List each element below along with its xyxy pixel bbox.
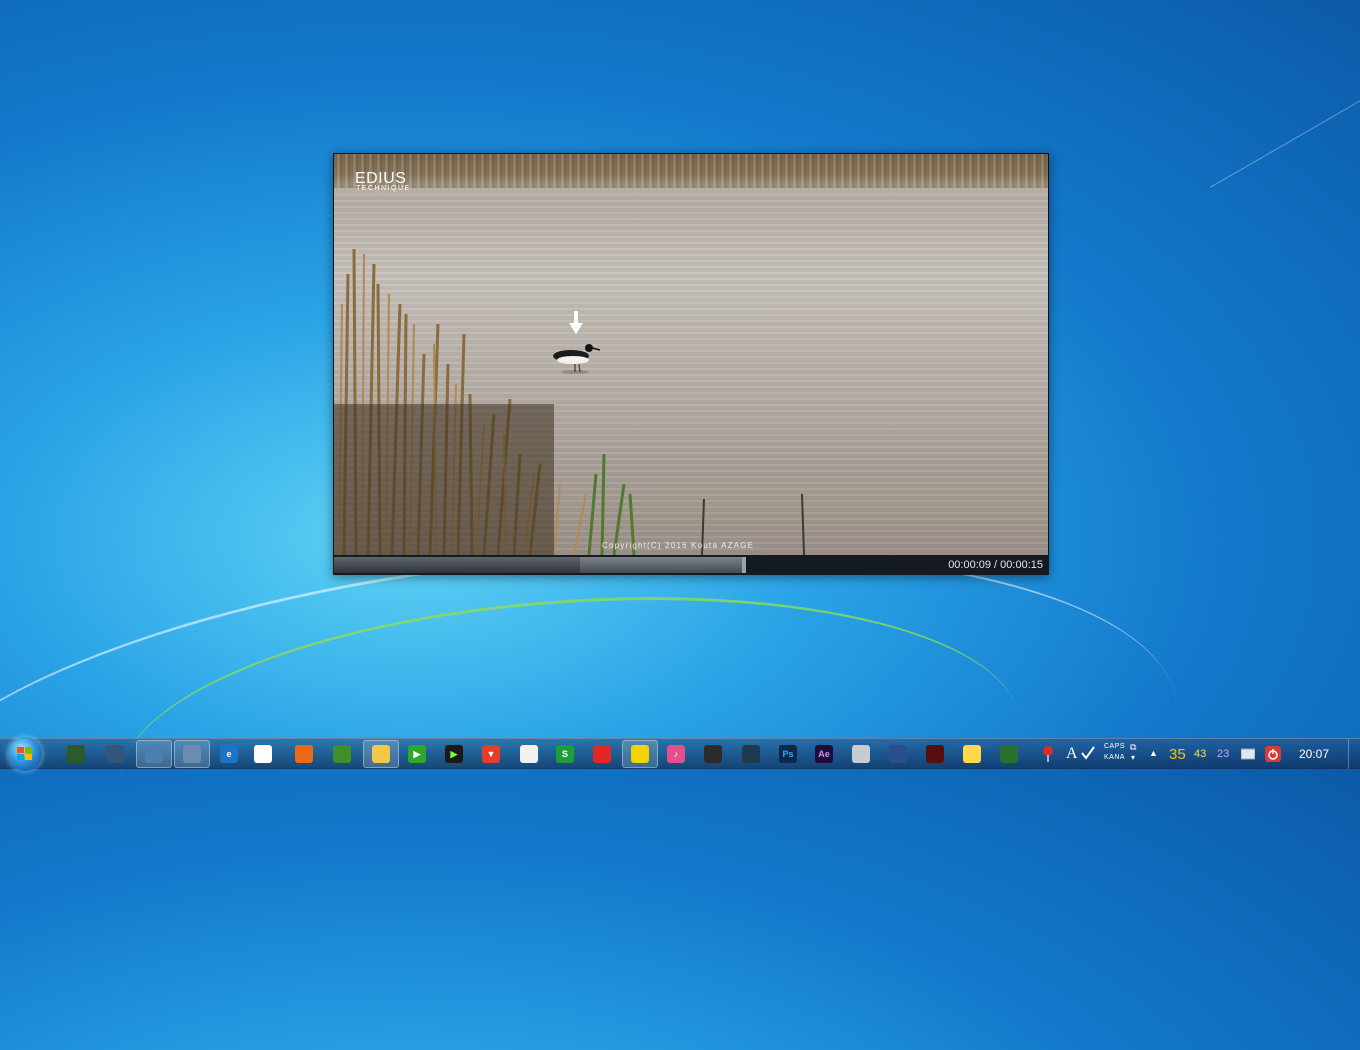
app-icon-1[interactable] (64, 742, 88, 766)
file-explorer-icon[interactable] (363, 740, 399, 768)
kana-indicator: KANA (1104, 754, 1126, 761)
file-explorer-icon-glyph (372, 745, 390, 763)
spreadsheet-icon-glyph: S (556, 745, 574, 763)
camera-app-icon[interactable] (701, 742, 725, 766)
network-icon[interactable] (1241, 748, 1255, 760)
ime-options-icon[interactable]: ⧉ (1130, 742, 1137, 753)
taskbar: e ▶ ▶ ▼ S ♪ Ps Ae A CAPS KANA ⧉ ▾ ▲ 35 43 23 20… (0, 737, 1360, 771)
red-pin-icon[interactable] (1040, 745, 1056, 763)
internet-explorer-icon-glyph: e (220, 745, 238, 763)
seek-bar[interactable] (334, 557, 744, 573)
show-desktop-button[interactable] (1348, 739, 1360, 769)
photoshop-icon[interactable]: Ps (776, 742, 800, 766)
edit-app-icon[interactable] (330, 742, 354, 766)
globe-app-icon-glyph (742, 745, 760, 763)
search-magnifier-icon[interactable] (997, 742, 1021, 766)
vivaldi-like-icon[interactable]: ▼ (479, 742, 503, 766)
video-editor-icon[interactable] (622, 740, 658, 768)
ime-check-icon[interactable] (1080, 745, 1096, 761)
arrow-down-icon (569, 311, 583, 334)
video-player: EDIUS TECHNIQUE Copyright(C) 2016 Kouta … (333, 153, 1049, 575)
spreadsheet-icon[interactable]: S (553, 742, 577, 766)
wallpaper-streak (1149, 0, 1360, 188)
video-editor-icon-glyph (631, 745, 649, 763)
seek-handle[interactable] (741, 557, 746, 573)
foreground-reeds (334, 248, 805, 555)
internet-explorer-icon[interactable]: e (217, 742, 241, 766)
red-disc-icon-glyph (926, 745, 944, 763)
show-hidden-icons-chevron-icon[interactable]: ▲ (1149, 748, 1158, 758)
notepad-icon-glyph (520, 745, 538, 763)
ime-indicator[interactable]: A (1066, 745, 1078, 763)
bird-stilt (553, 344, 601, 374)
tray-stat-1[interactable]: 35 (1169, 746, 1186, 763)
calculator-icon[interactable] (849, 742, 873, 766)
red-app-icon-glyph (593, 745, 611, 763)
itunes-icon-glyph: ♪ (667, 745, 685, 763)
media-player-dark-icon-glyph: ▶ (445, 745, 463, 763)
chrome-icon[interactable] (251, 742, 275, 766)
remote-desktop-icon-glyph (106, 745, 124, 763)
copyright-text: Copyright(C) 2016 Kouta AZAGE (602, 541, 755, 550)
globe-app-icon[interactable] (739, 742, 763, 766)
chrome-icon-glyph (254, 745, 272, 763)
paint-palette-icon-glyph (963, 745, 981, 763)
firefox-icon-glyph (295, 745, 313, 763)
firefox-icon[interactable] (292, 742, 316, 766)
media-player-green-icon[interactable]: ▶ (405, 742, 429, 766)
red-app-icon[interactable] (590, 742, 614, 766)
image-viewer-icon-glyph (889, 745, 907, 763)
after-effects-icon[interactable]: Ae (812, 742, 836, 766)
media-player-dark-icon[interactable]: ▶ (442, 742, 466, 766)
app-icon-1-glyph (67, 745, 85, 763)
vivaldi-like-icon-glyph: ▼ (482, 745, 500, 763)
media-player-green-icon-glyph: ▶ (408, 745, 426, 763)
image-viewer-icon[interactable] (886, 742, 910, 766)
camera-app-icon-glyph (704, 745, 722, 763)
player-controls: 00:00:09 / 00:00:15 (333, 555, 1049, 575)
control-panel-icon[interactable] (136, 740, 172, 768)
edit-app-icon-glyph (333, 745, 351, 763)
remote-desktop-icon[interactable] (103, 742, 127, 766)
seek-bar-progress (334, 557, 580, 573)
photoshop-icon-glyph: Ps (779, 745, 797, 763)
paint-palette-icon[interactable] (960, 742, 984, 766)
red-disc-icon[interactable] (923, 742, 947, 766)
control-panel-icon-glyph (145, 745, 163, 763)
search-magnifier-icon-glyph (1000, 745, 1018, 763)
video-frame[interactable]: EDIUS TECHNIQUE Copyright(C) 2016 Kouta … (334, 154, 1048, 555)
start-button[interactable] (8, 737, 42, 771)
ime-dropdown-icon[interactable]: ▾ (1131, 753, 1136, 762)
notepad-icon[interactable] (517, 742, 541, 766)
caps-indicator: CAPS (1104, 743, 1126, 750)
explorer-window-icon-glyph (183, 745, 201, 763)
windows-flag-icon (17, 747, 32, 760)
tray-stat-2[interactable]: 43 (1194, 748, 1206, 760)
power-icon[interactable] (1265, 746, 1281, 762)
explorer-window-icon[interactable] (174, 740, 210, 768)
clock[interactable]: 20:07 (1299, 747, 1329, 761)
calculator-icon-glyph (852, 745, 870, 763)
after-effects-icon-glyph: Ae (815, 745, 833, 763)
logo-technique: TECHNIQUE (356, 185, 411, 192)
tray-stat-3[interactable]: 23 (1217, 748, 1229, 760)
time-display: 00:00:09 / 00:00:15 (948, 559, 1043, 571)
itunes-icon[interactable]: ♪ (664, 742, 688, 766)
